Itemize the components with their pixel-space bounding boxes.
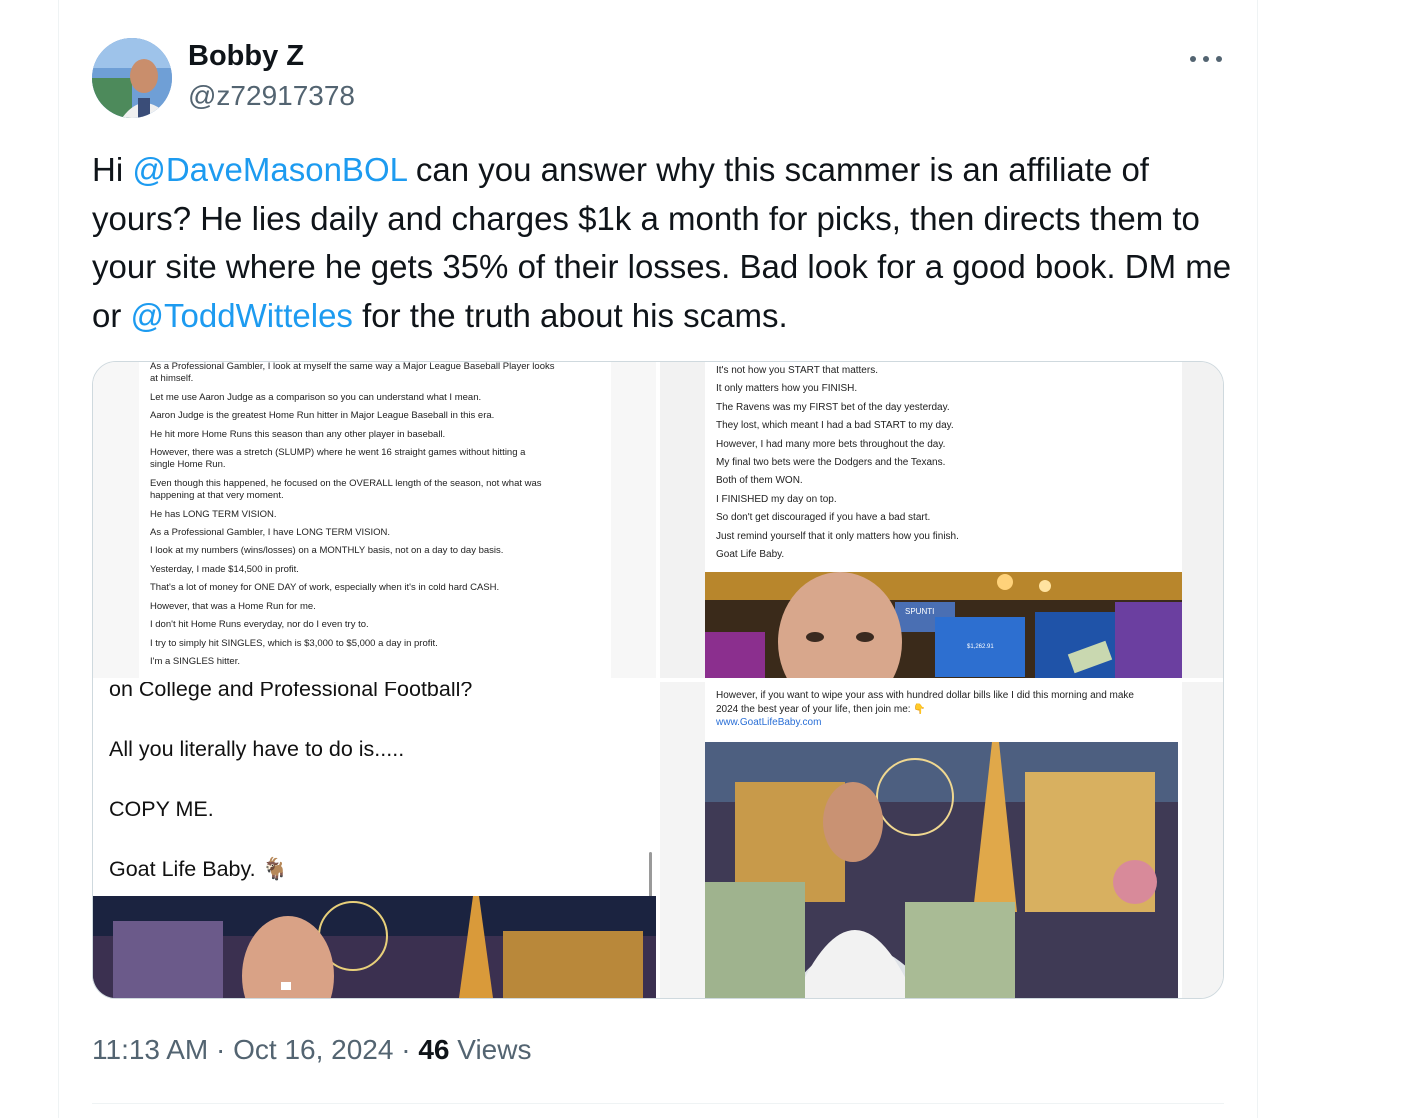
image-text-line: I try to simply hit SINGLES, which is $3… [150, 637, 438, 649]
attached-image-2[interactable]: It's not how you START that matters. It o… [660, 362, 1223, 678]
image-text-block: However, if you want to wipe your ass wi… [716, 689, 1176, 730]
image-text-line: on College and Professional Football? [109, 682, 473, 701]
attached-image-4[interactable]: However, if you want to wipe your ass wi… [660, 682, 1223, 998]
image-text-block: It's not how you START that matters. It o… [716, 362, 1176, 564]
avatar-photo [92, 38, 172, 118]
image-text-line: All you literally have to do is..... [109, 737, 405, 761]
author-handle[interactable]: @z72917378 [188, 80, 355, 112]
image-text-line: Let me use Aaron Judge as a comparison s… [150, 391, 482, 403]
mention-link-davemasonbol[interactable]: @DaveMasonBOL [132, 151, 406, 188]
divider [92, 1103, 1224, 1104]
casino-photo: SPUNTI $1,262.91 [705, 572, 1182, 678]
image-text-line: Just remind yourself that it only matter… [716, 530, 959, 542]
image-text-line: Yesterday, I made $14,500 in profit. [150, 563, 299, 575]
tweet-time[interactable]: 11:13 AM [92, 1034, 208, 1065]
casino-sign: SPUNTI [905, 607, 934, 616]
image-text-line: Goat Life Baby. [716, 549, 785, 561]
image-text-line: As a Professional Gambler, I have LONG T… [150, 527, 391, 539]
views-label[interactable]: Views [450, 1034, 531, 1065]
meta-separator: · [208, 1034, 234, 1065]
image-text-line: I look at my numbers (wins/losses) on a … [150, 545, 504, 557]
more-options-icon[interactable] [1184, 36, 1228, 80]
image-text-line: My final two bets were the Dodgers and t… [716, 457, 946, 469]
pointing-hand-icon: 👇 [913, 703, 926, 715]
author-avatar[interactable] [92, 38, 172, 118]
image-text-line: It's not how you START that matters. [716, 365, 878, 376]
image-text-line: COPY ME. [109, 797, 214, 821]
image-text-line: It only matters how you FINISH. [716, 383, 858, 395]
image-text-line: Goat Life Baby. [109, 857, 256, 881]
image-text-line: The Ravens was my FIRST bet of the day y… [716, 401, 950, 413]
image-text-line: However, that was a Home Run for me. [150, 600, 316, 612]
vegas-money-photo [705, 742, 1178, 998]
image-text-line: Aaron Judge is the greatest Home Run hit… [150, 410, 495, 422]
vegas-photo [93, 896, 656, 998]
image-text-line: So don't get discouraged if you have a b… [716, 512, 931, 524]
attached-image-3[interactable]: on College and Professional Football? Al… [93, 682, 656, 998]
goat-emoji-icon: 🐐 [261, 857, 289, 881]
tweet-date[interactable]: Oct 16, 2024 [233, 1034, 393, 1065]
mention-link-toddwitteles[interactable]: @ToddWitteles [131, 297, 353, 334]
image-text-line: I don't hit Home Runs everyday, nor do I… [150, 619, 369, 631]
image-text-line: 2024 the best year of your life, then jo… [716, 703, 911, 715]
image-text-block: As a Professional Gambler, I look at mys… [150, 362, 610, 671]
media-grid: As a Professional Gambler, I look at mys… [92, 361, 1224, 999]
views-count[interactable]: 46 [418, 1034, 449, 1065]
image-text-line: I FINISHED my day on top. [716, 493, 837, 505]
image-text-line: However, I had many more bets throughout… [716, 438, 946, 450]
author-name[interactable]: Bobby Z [188, 40, 304, 73]
tweet-meta: 11:13 AM · Oct 16, 2024 · 46 Views [92, 1034, 531, 1066]
image-text-block: on College and Professional Football? Al… [109, 682, 629, 884]
tweet-text-segment: Hi [92, 151, 133, 188]
meta-separator: · [393, 1034, 419, 1065]
image-text-line: He has LONG TERM VISION. [150, 508, 277, 520]
tweet-text-segment: for the truth about his scams. [352, 296, 788, 334]
attached-image-1[interactable]: As a Professional Gambler, I look at mys… [93, 362, 656, 678]
image-text-line: They lost, which meant I had a bad START… [716, 420, 954, 432]
image-text-line: He hit more Home Runs this season than a… [150, 428, 446, 440]
image-text-line: That's a lot of money for ONE DAY of wor… [150, 582, 500, 594]
tweet-text: Hi @DaveMasonBOL can you answer why this… [92, 146, 1232, 340]
image-text-line: Both of them WON. [716, 475, 803, 487]
image-link-text: www.GoatLifeBaby.com [716, 717, 822, 728]
image-text-line: As a Professional Gambler, I look at mys… [150, 362, 555, 372]
image-text-line: However, if you want to wipe your ass wi… [716, 690, 1134, 701]
image-text-line: I'm a SINGLES hitter. [150, 655, 240, 667]
scrollbar-thumb[interactable] [649, 852, 652, 902]
slot-meter: $1,262.91 [967, 644, 994, 650]
